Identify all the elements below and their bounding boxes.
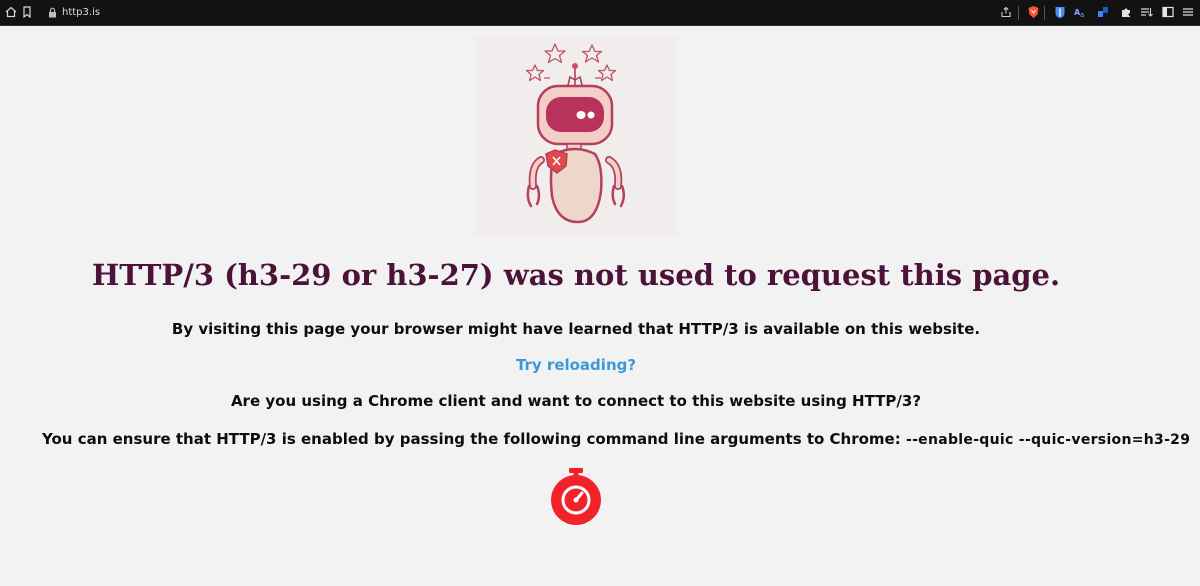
- browser-toolbar: http3.is Aa: [0, 0, 1200, 26]
- command-line-args: --enable-quic --quic-version=h3-29: [905, 432, 1191, 448]
- learned-text: By visiting this page your browser might…: [171, 320, 981, 338]
- broken-robot-illustration: [475, 36, 677, 236]
- toolbar-divider: [1018, 6, 1019, 20]
- share-icon[interactable]: [999, 5, 1013, 19]
- lock-icon[interactable]: [45, 5, 59, 19]
- reading-list-icon[interactable]: [1139, 5, 1153, 19]
- puzzle-icon[interactable]: [1119, 5, 1133, 19]
- stopwatch-icon: [548, 466, 604, 526]
- translate-icon[interactable]: Aa: [1073, 5, 1087, 19]
- page-headline: HTTP/3 (h3-29 or h3-27) was not used to …: [91, 258, 1061, 292]
- brave-shield-icon[interactable]: [1026, 5, 1040, 19]
- bookmark-icon[interactable]: [20, 5, 34, 19]
- toolbar-divider: [1044, 6, 1045, 20]
- try-reloading-link[interactable]: Try reloading?: [0, 356, 1152, 374]
- page-content: HTTP/3 (h3-29 or h3-27) was not used to …: [0, 26, 1200, 586]
- ensure-http3-text: You can ensure that HTTP/3 is enabled by…: [42, 430, 1190, 448]
- menu-icon[interactable]: [1181, 5, 1195, 19]
- ensure-text: You can ensure that HTTP/3 is enabled by…: [42, 430, 906, 448]
- sidebar-icon[interactable]: [1161, 5, 1175, 19]
- svg-text:a: a: [1080, 11, 1084, 18]
- bitwarden-icon[interactable]: [1053, 5, 1067, 19]
- extension-icon[interactable]: [1096, 5, 1110, 19]
- home-icon[interactable]: [4, 5, 18, 19]
- url-bar[interactable]: http3.is: [62, 6, 100, 20]
- chrome-question-text: Are you using a Chrome client and want t…: [230, 392, 922, 410]
